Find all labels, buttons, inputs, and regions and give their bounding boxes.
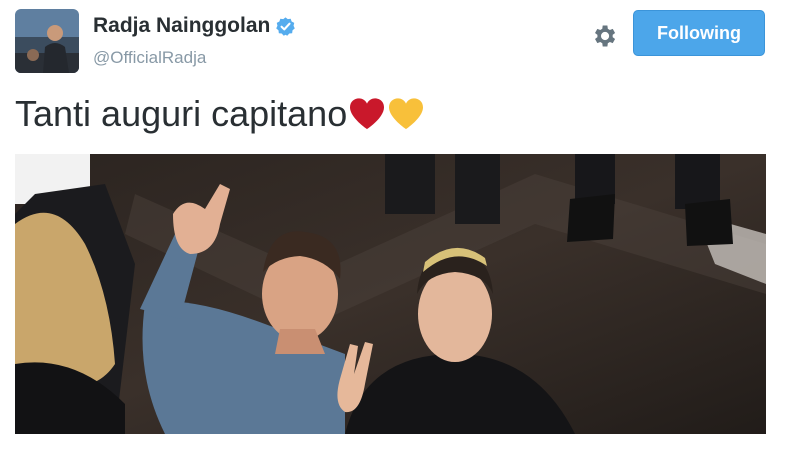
tweet-photo[interactable] [15,154,766,434]
gear-icon[interactable] [590,22,618,50]
following-button[interactable]: Following [633,10,765,56]
yellow-heart-icon [389,98,424,130]
red-heart-icon [350,98,385,130]
tweet-text: Tanti auguri capitano [15,93,425,135]
user-handle[interactable]: @OfficialRadja [93,48,206,68]
tweet-text-content: Tanti auguri capitano [15,93,348,134]
display-name[interactable]: Radja Nainggolan [93,14,270,38]
avatar[interactable] [15,9,79,73]
verified-badge-icon [276,16,296,36]
